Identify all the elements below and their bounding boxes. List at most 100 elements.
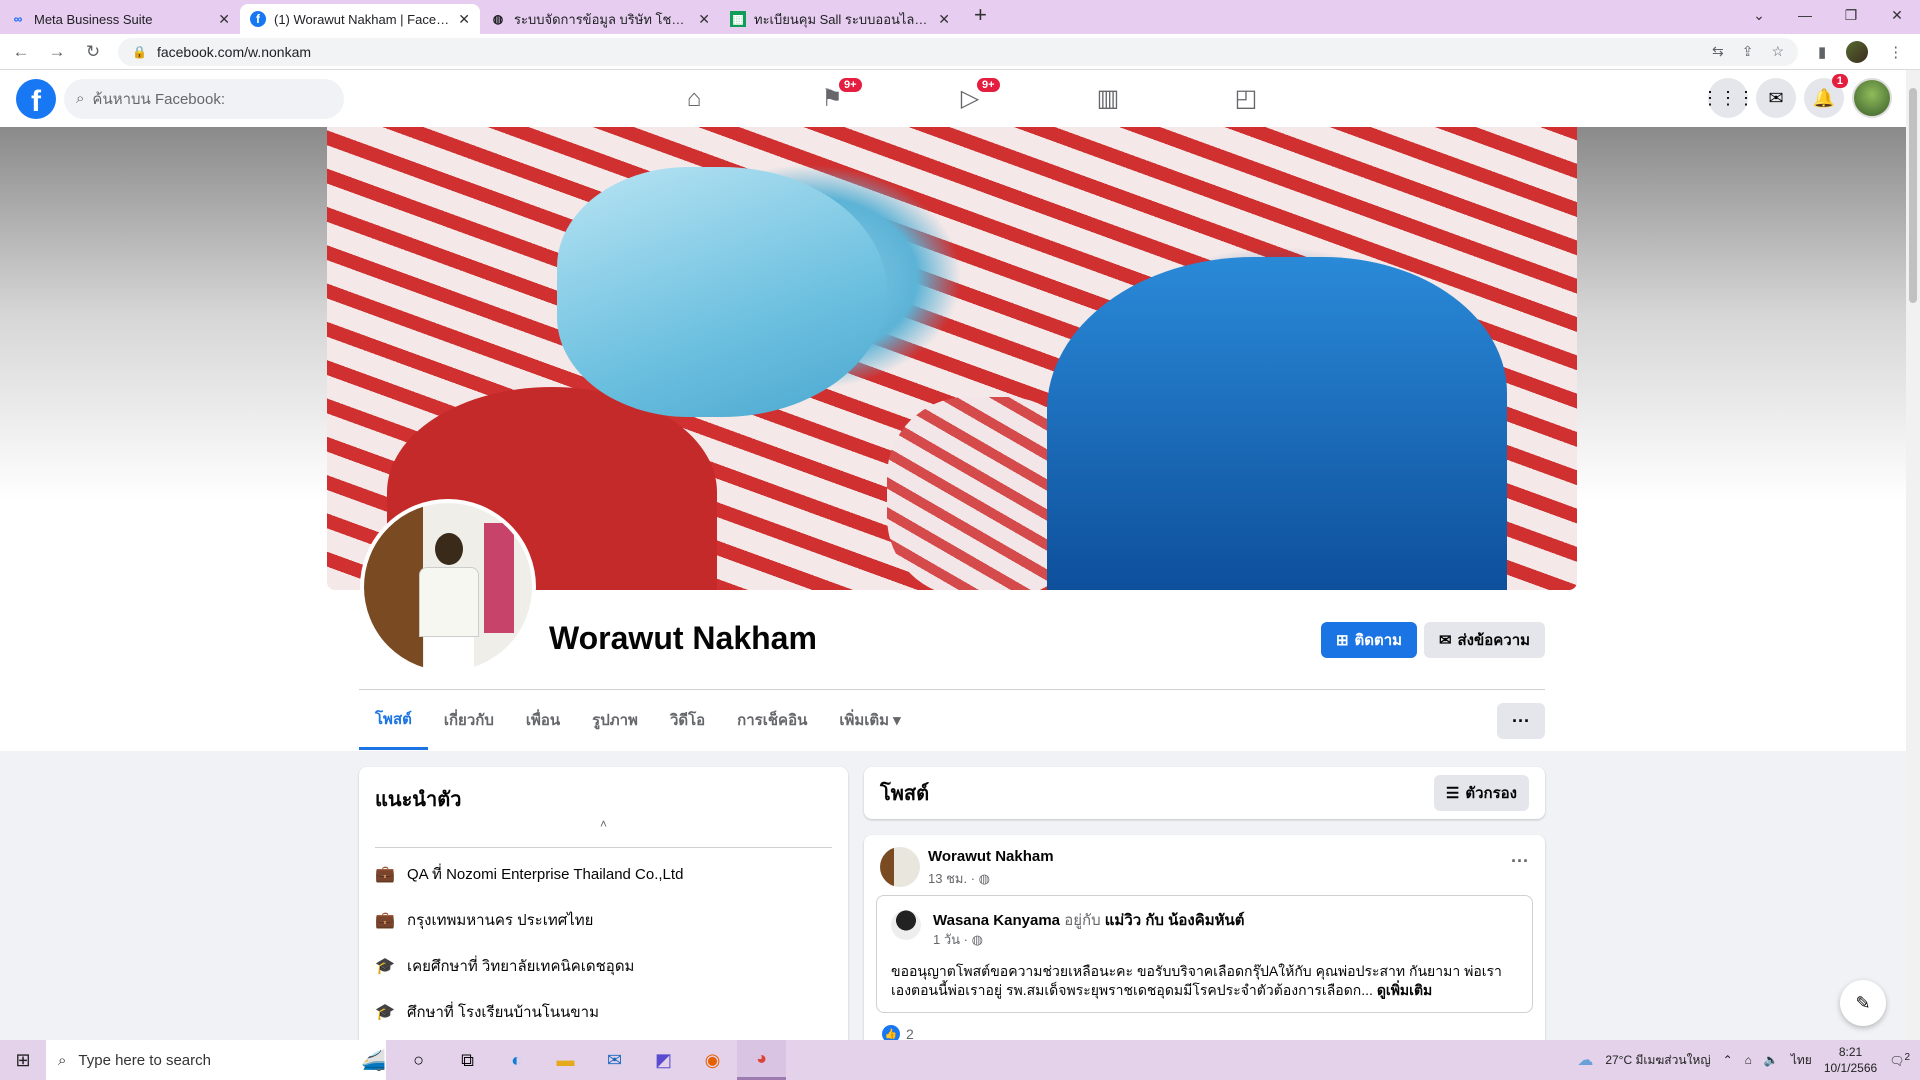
taskbar-search-placeholder: Type here to search [78,1051,211,1069]
tab-search-icon[interactable]: ⌄ [1736,7,1782,24]
new-message-button[interactable]: ✎ [1840,980,1886,1026]
close-icon[interactable]: ✕ [458,11,470,28]
shared-time[interactable]: 1 วัน · ◍ [933,929,983,950]
shared-author[interactable]: Wasana Kanyama [933,912,1060,929]
photo-shape [484,523,514,633]
notification-count: 2 [1904,1052,1910,1063]
messenger-button[interactable]: ✉ [1756,78,1796,118]
share-icon[interactable]: ⇪ [1742,43,1754,60]
facebook-icon: f [250,11,266,27]
vscode-icon[interactable]: ◩ [639,1040,688,1080]
scrollbar-thumb[interactable] [1909,88,1917,303]
windows-start-icon[interactable]: ⊞ [0,1050,46,1071]
reload-icon[interactable]: ↻ [78,42,108,62]
follow-button[interactable]: ⊞ ติดตาม [1321,622,1417,658]
tab-sheets[interactable]: ▦ ทะเบียนคุม Sall ระบบออนไลน์.xlsx - G ✕ [720,4,960,34]
mail-icon[interactable]: ✉ [590,1040,639,1080]
follow-icon: ⊞ [1335,632,1349,649]
tab-title: ระบบจัดการข้อมูล บริษัท โชคคูณโชค จ [514,11,690,27]
tab-videos[interactable]: วิดีโอ [654,690,721,750]
message-button[interactable]: ✉ ส่งข้อความ [1424,622,1545,658]
tab-data-system[interactable]: ◍ ระบบจัดการข้อมูล บริษัท โชคคูณโชค จ ✕ [480,4,720,34]
volume-icon[interactable]: 🔈 [1764,1053,1779,1067]
briefcase-icon: 💼 [375,866,395,883]
avatar[interactable] [891,910,921,940]
post-author[interactable]: Worawut Nakham [928,848,1054,865]
weather-text[interactable]: 27°C มีเมฆส่วนใหญ่ [1605,1051,1710,1070]
language-indicator[interactable]: ไทย [1791,1051,1812,1070]
shared-tagged[interactable]: แม่วิว กับ น้องคิมหันต์ [1105,912,1245,929]
minimize-icon[interactable]: — [1782,7,1828,23]
close-icon[interactable]: ✕ [218,11,230,28]
tab-facebook[interactable]: f (1) Worawut Nakham | Facebook ✕ [240,4,480,34]
nav-watch[interactable]: ▷ 9+ [901,70,1039,127]
menu-kebab-icon[interactable]: ⋮ [1888,43,1903,61]
profile-picture[interactable] [360,499,536,675]
tab-photos[interactable]: รูปภาพ [576,690,654,750]
search-input[interactable]: ⌕ ค้นหาบน Facebook: [64,78,344,119]
nav-gaming[interactable]: ◰ [1177,70,1315,127]
cortana-icon[interactable]: ○ [394,1040,443,1080]
posts-header: โพสต์ ☰ ตัวกรอง [864,767,1545,819]
main-nav: ⌂ ⚑ 9+ ▷ 9+ ▥ ◰ [625,70,1315,127]
profile-tabs: โพสต์ เกี่ยวกับ เพื่อน รูปภาพ วิดีโอ การ… [359,690,917,750]
new-tab-icon[interactable]: + [974,2,987,28]
see-more-link[interactable]: ดูเพิ่มเติม [1377,982,1432,998]
taskbar-search-input[interactable]: ⌕ Type here to search 🚄 [46,1040,386,1080]
file-explorer-icon[interactable]: ▬ [541,1040,590,1080]
facebook-top-bar: f ⌕ ค้นหาบน Facebook: ⌂ ⚑ 9+ ▷ 9+ ▥ ◰ ⋮⋮⋮ … [0,70,1906,127]
post-menu-icon[interactable]: ··· [1511,851,1529,872]
photo-shape [419,533,479,671]
video-icon: ▷ [960,85,980,112]
edge-icon[interactable]: ◐ [492,1040,541,1080]
scrollbar[interactable] [1906,70,1920,1040]
sheets-icon: ▦ [730,11,746,27]
tab-friends[interactable]: เพื่อน [510,690,576,750]
close-icon[interactable]: ✕ [698,11,710,28]
compose-icon: ✎ [1855,992,1871,1013]
translate-icon[interactable]: ⇆ [1712,43,1724,60]
close-window-icon[interactable]: ✕ [1874,7,1920,24]
tab-about[interactable]: เกี่ยวกับ [428,690,510,750]
forward-icon[interactable]: → [42,42,72,62]
account-avatar[interactable] [1852,78,1892,118]
store-icon: ▥ [1096,85,1120,112]
notification-center-icon[interactable]: 🗨2 [1889,1052,1910,1068]
gaming-icon: ◰ [1234,85,1258,112]
more-options-button[interactable]: ··· [1497,703,1545,739]
nav-home[interactable]: ⌂ [625,70,763,127]
firefox-icon[interactable]: ◉ [688,1040,737,1080]
shared-post[interactable]: Wasana Kanyama อยู่กับ แม่วิว กับ น้องคิ… [876,895,1533,1013]
collapse-icon[interactable]: ˄ [375,817,832,843]
profile-header-white [0,590,1906,750]
tab-checkins[interactable]: การเช็คอิน [721,690,823,750]
close-icon[interactable]: ✕ [938,11,950,28]
nav-marketplace[interactable]: ▥ [1039,70,1177,127]
filter-button[interactable]: ☰ ตัวกรอง [1433,775,1529,811]
post-time[interactable]: 13 ชม. · ◍ [928,868,990,889]
intro-text: เคยศึกษาที่ วิทยาลัยเทคนิคเดชอุดม [407,958,635,975]
facebook-logo-icon[interactable]: f [16,78,56,119]
nav-pages[interactable]: ⚑ 9+ [763,70,901,127]
menu-button[interactable]: ⋮⋮⋮ [1701,78,1755,118]
lock-icon: 🔒 [132,44,147,59]
divider [375,847,832,848]
avatar[interactable] [880,847,920,887]
cover-photo[interactable] [327,127,1577,590]
avatar[interactable] [1846,40,1869,63]
star-icon[interactable]: ☆ [1771,43,1784,60]
tab-more[interactable]: เพิ่มเติม ▾ [823,690,916,750]
restore-icon[interactable]: ❐ [1828,7,1874,24]
chrome-icon[interactable]: ◕ [737,1040,786,1080]
url-field[interactable]: 🔒 facebook.com/w.nonkam ⇆ ⇪ ☆ [118,37,1798,66]
network-icon[interactable]: ⌂ [1745,1053,1752,1067]
clock[interactable]: 8:21 10/1/2566 [1824,1044,1877,1076]
back-icon[interactable]: ← [6,42,36,62]
notifications-button[interactable]: 🔔 1 [1804,74,1848,118]
intro-card: แนะนำตัว ˄ 💼 QA ที่ Nozomi Enterprise Tha… [359,767,848,1047]
chevron-up-icon[interactable]: ⌃ [1723,1053,1733,1067]
tab-posts[interactable]: โพสต์ [359,690,428,750]
task-view-icon[interactable]: ⧉ [443,1040,492,1080]
sidepanel-icon[interactable]: ▮ [1818,43,1826,61]
tab-meta-business-suite[interactable]: ∞ Meta Business Suite ✕ [0,4,240,34]
